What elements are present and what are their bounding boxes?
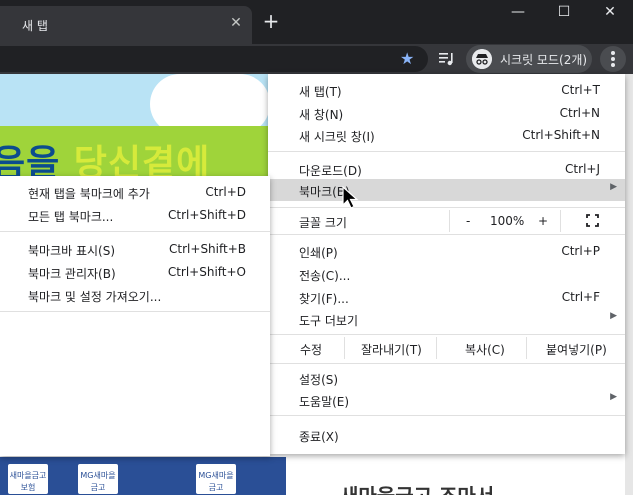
minimize-icon[interactable]: —	[508, 4, 528, 20]
menu-divider	[268, 363, 625, 364]
submenu-item-label: 북마크바 표시(S)	[28, 244, 116, 258]
toolbar: ★ 시크릿 모드(2개)	[0, 44, 633, 74]
menu-item-print[interactable]: 인쇄(P) Ctrl+P	[268, 240, 625, 262]
bookmarks-submenu: 현재 탭을 북마크에 추가 Ctrl+D 모든 탭 북마크... Ctrl+Sh…	[0, 176, 270, 456]
zoom-divider	[449, 210, 450, 232]
new-tab-button[interactable]: +	[262, 11, 280, 31]
menu-item-label: 새 시크릿 창(I)	[299, 130, 375, 144]
zoom-in-button[interactable]: +	[538, 214, 548, 228]
submenu-item-shortcut: Ctrl+D	[205, 185, 246, 199]
incognito-badge[interactable]: 시크릿 모드(2개)	[466, 45, 592, 73]
menu-item-new-tab[interactable]: 새 탭(T) Ctrl+T	[268, 79, 625, 101]
address-bar[interactable]: ★	[0, 46, 428, 72]
submenu-divider	[0, 231, 270, 232]
bookmark-star-icon[interactable]: ★	[400, 49, 414, 69]
tab-title: 새 탭	[22, 19, 48, 33]
submenu-divider	[0, 311, 270, 312]
logo-chip: 새마을금고보험	[8, 464, 48, 494]
edit-divider	[436, 337, 437, 359]
copy-button[interactable]: 복사(C)	[465, 341, 505, 358]
zoom-divider	[560, 210, 561, 232]
window-close-icon[interactable]: ✕	[600, 4, 620, 20]
menu-item-label: 새 탭(T)	[299, 85, 342, 99]
chrome-menu: 새 탭(T) Ctrl+T 새 창(N) Ctrl+N 새 시크릿 창(I) C…	[268, 74, 625, 454]
menu-item-shortcut: Ctrl+P	[561, 244, 600, 258]
menu-item-label: 찾기(F)...	[299, 292, 349, 306]
menu-item-label: 도구 더보기	[299, 314, 359, 328]
submenu-item-import-bookmarks[interactable]: 북마크 및 설정 가져오기...	[0, 284, 270, 306]
incognito-icon	[472, 49, 492, 69]
submenu-item-bookmark-this-tab[interactable]: 현재 탭을 북마크에 추가 Ctrl+D	[0, 181, 270, 203]
menu-item-label: 인쇄(P)	[299, 246, 338, 260]
menu-item-label: 새 창(N)	[299, 108, 344, 122]
submenu-item-shortcut: Ctrl+Shift+B	[169, 242, 246, 256]
fullscreen-icon[interactable]	[586, 214, 599, 227]
menu-divider	[268, 334, 625, 335]
menu-item-label: 종료(X)	[299, 430, 339, 444]
cloud-graphic	[150, 74, 270, 134]
submenu-item-label: 모든 탭 북마크...	[28, 210, 114, 224]
menu-item-shortcut: Ctrl+T	[561, 83, 600, 97]
tab-strip: 새 탭 ✕ + — ☐ ✕	[0, 0, 633, 44]
page-scrollbar[interactable]	[625, 74, 633, 495]
menu-item-downloads[interactable]: 다운로드(D) Ctrl+J	[268, 158, 625, 180]
submenu-item-label: 북마크 관리자(B)	[28, 267, 116, 281]
menu-item-shortcut: Ctrl+F	[561, 290, 600, 304]
edit-label: 수정	[300, 343, 323, 357]
menu-divider	[268, 234, 625, 235]
menu-item-shortcut: Ctrl+J	[565, 162, 600, 176]
menu-item-new-window[interactable]: 새 창(N) Ctrl+N	[268, 102, 625, 124]
zoom-label: 글꼴 크기	[299, 216, 347, 230]
menu-item-label: 설정(S)	[299, 373, 339, 387]
incognito-label: 시크릿 모드(2개)	[500, 53, 588, 67]
paste-button[interactable]: 붙여넣기(P)	[546, 341, 607, 358]
submenu-item-label: 북마크 및 설정 가져오기...	[28, 290, 162, 304]
logo-chip: MG새마을금고	[196, 464, 236, 494]
submenu-item-shortcut: Ctrl+Shift+O	[167, 265, 246, 279]
menu-item-bookmarks[interactable]: 북마크(B) ▶	[268, 179, 625, 201]
mouse-cursor-icon	[342, 186, 359, 209]
submenu-item-show-bookmarks-bar[interactable]: 북마크바 표시(S) Ctrl+Shift+B	[0, 238, 270, 260]
menu-item-cast[interactable]: 전송(C)...	[268, 263, 625, 285]
menu-item-label: 다운로드(D)	[299, 164, 362, 178]
zoom-out-button[interactable]: -	[466, 214, 470, 228]
submenu-arrow-icon: ▶	[610, 392, 617, 402]
zoom-value: 100%	[490, 214, 525, 228]
menu-divider	[268, 415, 625, 416]
close-tab-icon[interactable]: ✕	[228, 15, 244, 31]
cut-button[interactable]: 잘라내기(T)	[361, 341, 422, 358]
edit-divider	[526, 337, 527, 359]
edit-divider	[344, 337, 345, 359]
menu-item-new-incognito-window[interactable]: 새 시크릿 창(I) Ctrl+Shift+N	[268, 124, 625, 146]
article-heading: 새마을금고 조마서	[340, 480, 494, 495]
menu-zoom-row: 글꼴 크기 - 100% +	[268, 210, 625, 232]
media-queue-icon[interactable]	[438, 51, 456, 67]
menu-item-more-tools[interactable]: 도구 더보기 ▶	[268, 308, 625, 330]
chrome-menu-button[interactable]	[600, 46, 626, 72]
logo-chip: MG새마을금고	[78, 464, 118, 494]
submenu-item-label: 현재 탭을 북마크에 추가	[28, 187, 150, 201]
menu-item-help[interactable]: 도움말(E) ▶	[268, 389, 625, 411]
submenu-item-shortcut: Ctrl+Shift+D	[168, 208, 246, 222]
submenu-item-bookmark-manager[interactable]: 북마크 관리자(B) Ctrl+Shift+O	[0, 261, 270, 283]
menu-item-shortcut: Ctrl+N	[559, 106, 600, 120]
menu-item-label: 전송(C)...	[299, 269, 351, 283]
menu-item-find[interactable]: 찾기(F)... Ctrl+F	[268, 286, 625, 308]
tab-new-tab[interactable]: 새 탭 ✕	[0, 6, 252, 44]
menu-item-shortcut: Ctrl+Shift+N	[522, 128, 600, 142]
menu-item-settings[interactable]: 설정(S)	[268, 367, 625, 389]
submenu-arrow-icon: ▶	[610, 182, 617, 192]
menu-edit-row: 수정 잘라내기(T) 복사(C) 붙여넣기(P)	[268, 337, 625, 359]
menu-divider	[268, 207, 625, 208]
menu-item-exit[interactable]: 종료(X)	[268, 424, 625, 446]
submenu-arrow-icon: ▶	[610, 311, 617, 321]
menu-item-label: 도움말(E)	[299, 395, 350, 409]
maximize-icon[interactable]: ☐	[554, 4, 574, 20]
submenu-item-bookmark-all-tabs[interactable]: 모든 탭 북마크... Ctrl+Shift+D	[0, 204, 270, 226]
menu-divider	[268, 151, 625, 152]
